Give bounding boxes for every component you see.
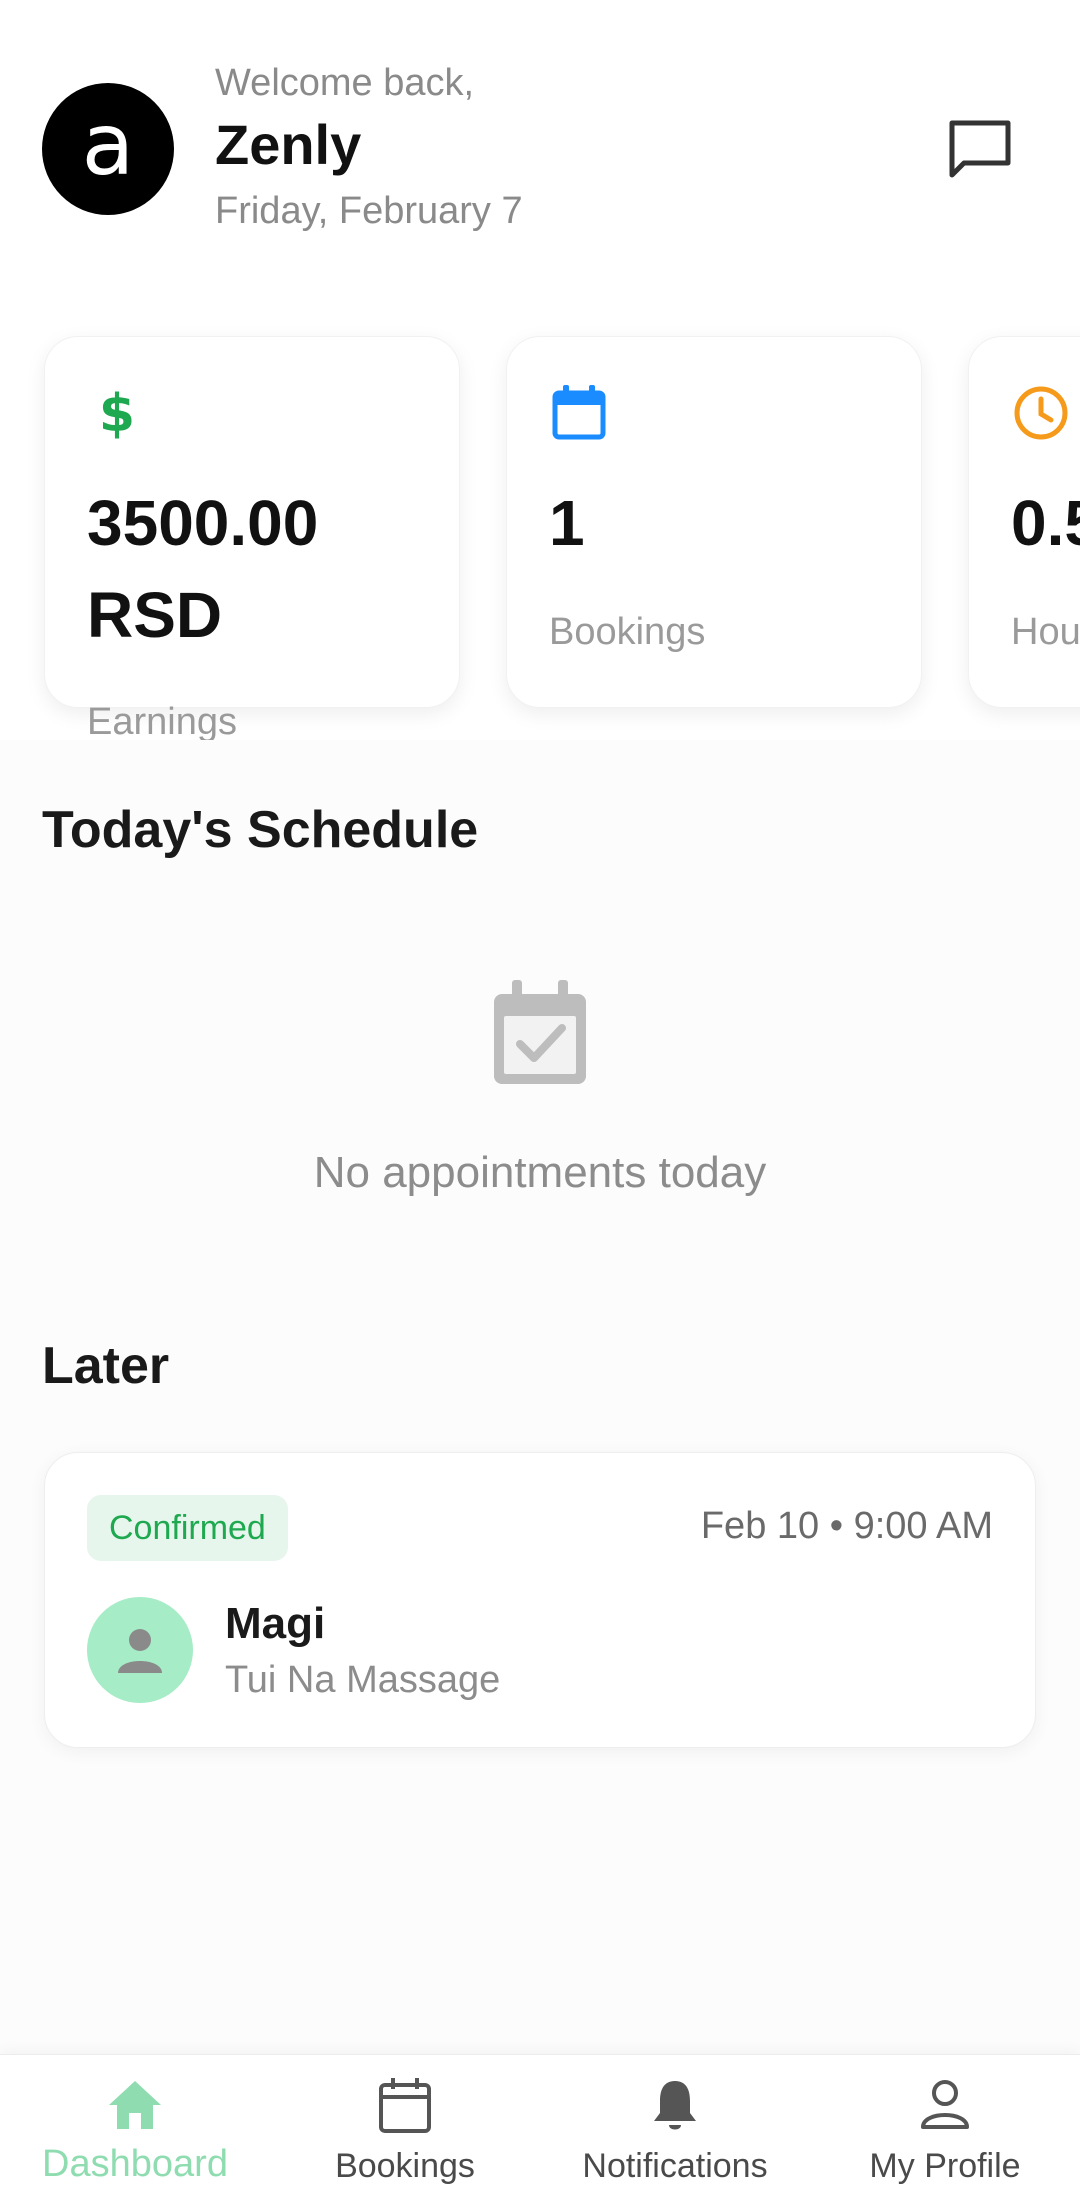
nav-bookings-label: Bookings [335, 2147, 475, 2185]
booking-time: Feb 10 • 9:00 AM [700, 1505, 993, 1547]
dollar-icon: $ [99, 384, 135, 443]
bookings-value: 1 [549, 487, 585, 559]
schedule-title: Today's Schedule [42, 801, 479, 859]
svg-text:$: $ [99, 384, 135, 443]
nav-notifications-label: Notifications [582, 2147, 768, 2185]
bell-icon [654, 2081, 696, 2130]
booking-card[interactable]: Confirmed Feb 10 • 9:00 AM Magi Tui Na M… [44, 1452, 1036, 1748]
earnings-card[interactable]: $ 3500.00 RSD Earnings [44, 336, 460, 740]
hours-value: 0.5 [1011, 487, 1080, 559]
calendar-icon [552, 385, 606, 440]
calendar-check-icon [494, 980, 586, 1084]
client-name: Magi [225, 1599, 326, 1648]
person-icon [118, 1629, 162, 1673]
hours-label: Hou [1011, 611, 1080, 653]
bottom-nav: Dashboard Bookings Notifications My Prof… [0, 2054, 1080, 2200]
status-badge: Confirmed [87, 1495, 288, 1561]
person-icon [921, 2080, 969, 2129]
hours-card[interactable]: 0.5 Hou [968, 336, 1080, 708]
chat-icon [949, 120, 1011, 178]
nav-dashboard[interactable]: Dashboard [0, 2055, 270, 2200]
stats-carousel[interactable]: $ 3500.00 RSD Earnings 1 Bookings 0.5 Ho… [0, 300, 1080, 740]
calendar-icon [379, 2078, 431, 2133]
current-date: Friday, February 7 [215, 190, 523, 232]
username: Zenly [215, 113, 362, 176]
earnings-value: 3500.00 RSD [87, 487, 319, 651]
nav-bookings[interactable]: Bookings [270, 2055, 540, 2200]
bookings-label: Bookings [549, 611, 706, 653]
clock-icon [1014, 386, 1068, 440]
client-avatar [87, 1597, 193, 1703]
empty-state-text: No appointments today [313, 1148, 767, 1197]
nav-dashboard-label: Dashboard [42, 2143, 228, 2185]
nav-notifications[interactable]: Notifications [540, 2055, 810, 2200]
header: a Welcome back, Zenly Friday, February 7 [0, 0, 1080, 300]
earnings-label: Earnings [87, 701, 237, 740]
home-icon [109, 2081, 161, 2129]
bookings-card[interactable]: 1 Bookings [506, 336, 922, 708]
nav-profile-label: My Profile [869, 2147, 1021, 2185]
service-name: Tui Na Massage [225, 1659, 501, 1701]
messages-button[interactable] [940, 110, 1020, 190]
avatar[interactable]: a [42, 83, 174, 215]
later-title: Later [42, 1337, 170, 1395]
nav-profile[interactable]: My Profile [810, 2055, 1080, 2200]
welcome-text: Welcome back, [215, 62, 475, 104]
